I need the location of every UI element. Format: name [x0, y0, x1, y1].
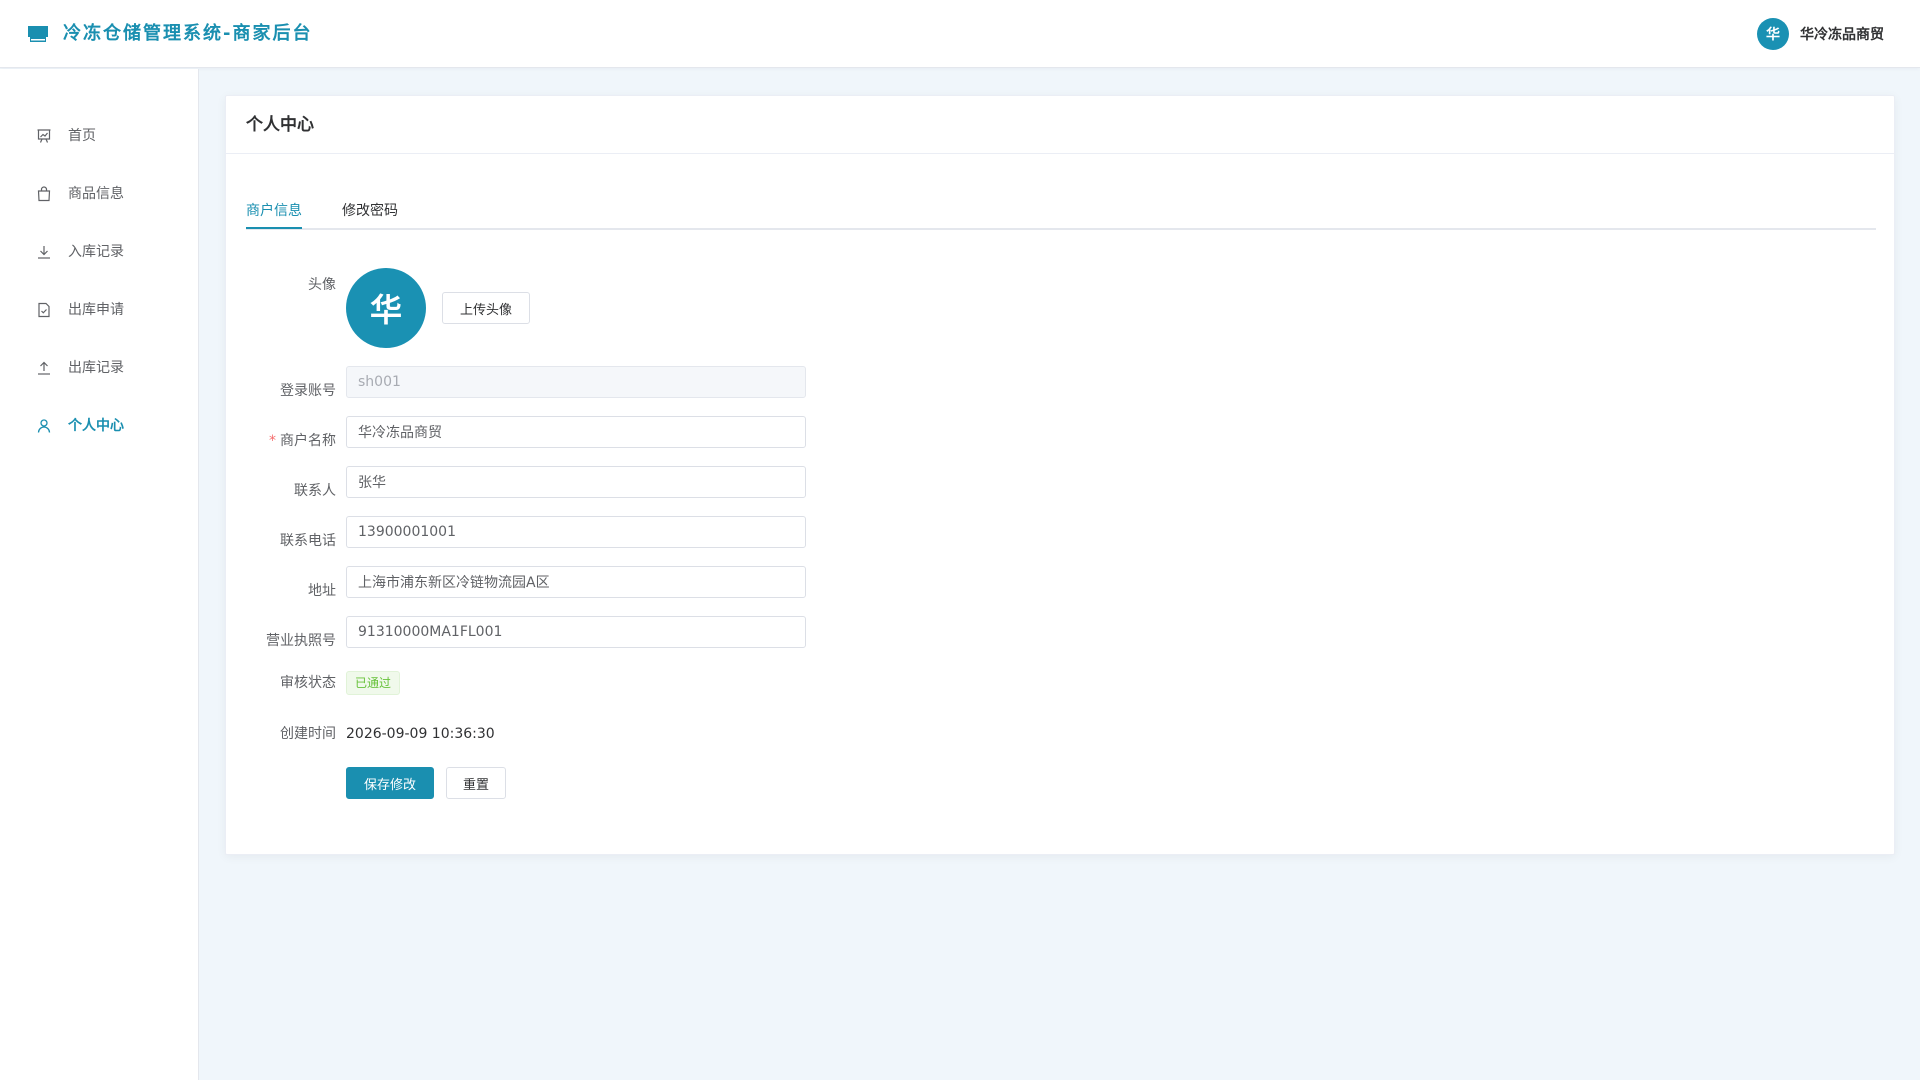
tab-merchant-info[interactable]: 商户信息: [246, 202, 302, 220]
sidebar-item-home[interactable]: 首页: [0, 116, 198, 156]
dashboard-icon: [37, 129, 51, 143]
sidebar-item-profile[interactable]: 个人中心: [0, 406, 198, 446]
app-title: 冷冻仓储管理系统-商家后台: [63, 23, 313, 44]
merchant-name-label: * 商户名称: [226, 432, 336, 450]
status-label: 审核状态: [280, 675, 336, 691]
tab-change-password[interactable]: 修改密码: [342, 202, 398, 220]
shopping-bag-icon: [37, 186, 51, 202]
sidebar-item-label: 商品信息: [68, 186, 124, 202]
save-button[interactable]: 保存修改: [346, 767, 434, 799]
user-avatar[interactable]: 华: [1757, 18, 1789, 50]
required-mark: *: [269, 433, 276, 449]
address-label: 地址: [308, 583, 336, 599]
license-field[interactable]: [346, 616, 806, 648]
contact-field[interactable]: [346, 466, 806, 498]
address-field[interactable]: [346, 566, 806, 598]
created-time-label: 创建时间: [280, 726, 336, 742]
sidebar-item-products[interactable]: 商品信息: [0, 174, 198, 214]
reset-button[interactable]: 重置: [446, 767, 506, 799]
status-badge: 已通过: [346, 671, 401, 695]
account-field: [346, 366, 806, 398]
phone-label: 联系电话: [280, 533, 336, 549]
merchant-name-field[interactable]: [346, 416, 806, 448]
upload-avatar-button[interactable]: 上传头像: [442, 292, 530, 324]
profile-card: 个人中心 商户信息 修改密码 头像 华 上传头像 登录账号 *商户名称 联系人 …: [225, 95, 1895, 855]
account-label: 登录账号: [280, 383, 336, 399]
user-menu[interactable]: 华 华冷冻品商贸: [1757, 18, 1884, 50]
license-label: 营业执照号: [266, 633, 336, 649]
merchant-avatar: 华: [346, 268, 426, 348]
contact-label: 联系人: [294, 483, 336, 499]
sidebar-item-label: 出库记录: [68, 360, 124, 376]
user-name[interactable]: 华冷冻品商贸: [1800, 24, 1884, 44]
download-icon: [38, 246, 50, 259]
avatar-label: 头像: [308, 277, 336, 293]
sidebar-item-label: 出库申请: [68, 302, 124, 318]
created-time-value: 2026-09-09 10:36:30: [346, 726, 495, 742]
sidebar-item-outbound-records[interactable]: 出库记录: [0, 348, 198, 388]
top-header: 冷冻仓储管理系统-商家后台 华 华冷冻品商贸: [0, 0, 1920, 68]
document-check-icon: [38, 302, 50, 318]
user-icon: [37, 419, 51, 433]
sidebar-item-label: 首页: [68, 128, 96, 144]
merchant-name-label-text: 商户名称: [280, 433, 336, 449]
sidebar-item-inbound-records[interactable]: 入库记录: [0, 232, 198, 272]
sidebar-item-label: 个人中心: [68, 418, 124, 434]
phone-field[interactable]: [346, 516, 806, 548]
upload-icon: [38, 361, 50, 375]
sidebar-item-outbound-request[interactable]: 出库申请: [0, 290, 198, 330]
profile-tabs: 商户信息 修改密码: [246, 196, 1876, 230]
sidebar: 首页 商品信息 入库记录 出库申请 出库记录 个人中心: [0, 69, 199, 1080]
warehouse-logo-icon: [28, 26, 48, 42]
card-header: 个人中心: [226, 96, 1894, 154]
sidebar-item-label: 入库记录: [68, 244, 124, 260]
active-tab-indicator: [246, 227, 302, 229]
page-title: 个人中心: [246, 115, 314, 135]
